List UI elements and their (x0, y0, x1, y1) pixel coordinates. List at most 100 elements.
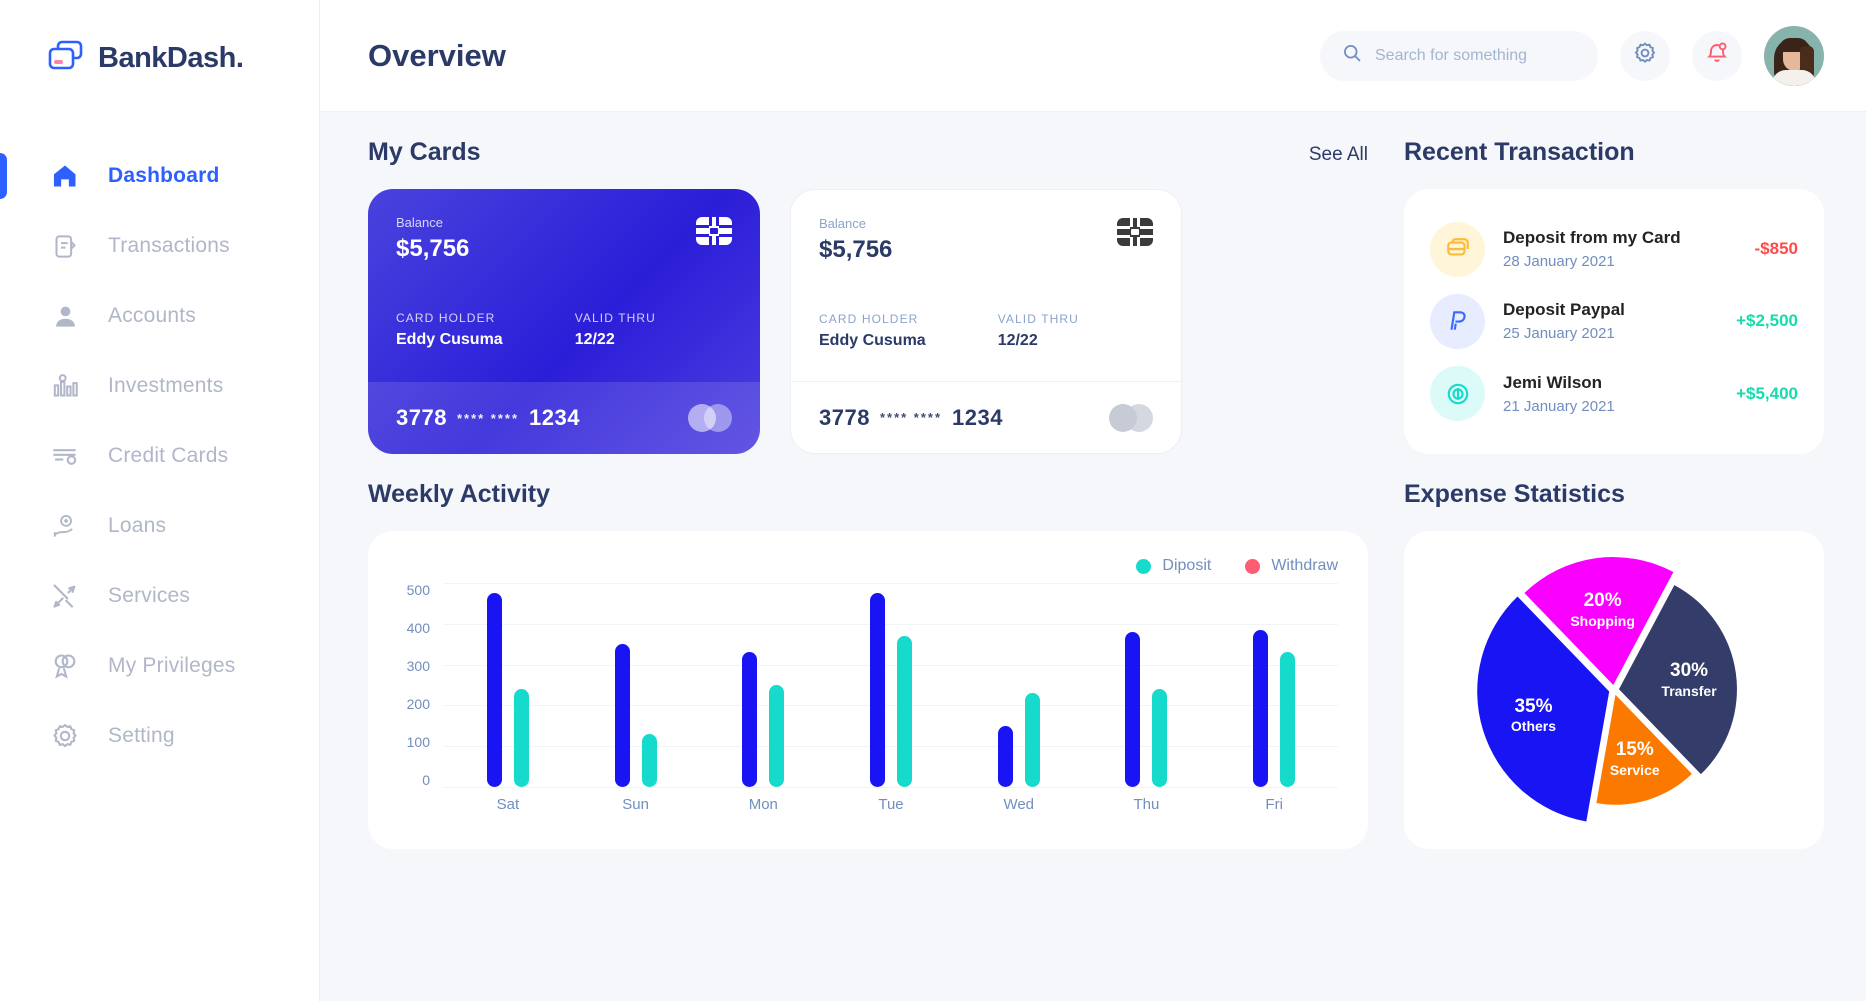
bank-card-secondary[interactable]: Balance $5,756 CARD HOLDER Eddy Cusuma V… (790, 189, 1182, 454)
sidebar-label-my-privileges: My Privileges (108, 654, 236, 677)
x-axis-label: Tue (878, 796, 904, 813)
avatar[interactable] (1764, 25, 1824, 86)
see-all-cards-link[interactable]: See All (1309, 144, 1368, 166)
bar-group: Sat (444, 583, 572, 813)
recent-transaction-header: Recent Transaction (1404, 138, 1824, 167)
main-area: Overview Search for something My Cards S… (320, 0, 1866, 1001)
sidebar-item-services[interactable]: Services (0, 561, 319, 631)
sidebar-item-loans[interactable]: Loans (0, 491, 319, 561)
card-top: Balance $5,756 CARD HOLDER Eddy Cusuma V… (368, 189, 760, 382)
dollar-circle-icon (1430, 366, 1485, 422)
sidebar-item-accounts[interactable]: Accounts (0, 281, 319, 351)
brand-logo[interactable]: BankDash. (0, 0, 319, 77)
sidebar-label-investments: Investments (108, 374, 224, 397)
bar-group: Fri (1210, 583, 1338, 813)
top-bar: Overview (320, 0, 1866, 112)
bar-withdraw (486, 593, 502, 787)
bank-card-primary[interactable]: Balance $5,756 CARD HOLDER Eddy Cusuma V… (368, 189, 760, 454)
card-valid-label: VALID THRU (997, 312, 1079, 326)
bar-withdraw (614, 644, 630, 787)
transaction-amount: -$850 (1754, 239, 1798, 259)
settings-button[interactable] (1620, 30, 1670, 81)
avatar-body (1772, 69, 1816, 86)
search-input[interactable] (1375, 46, 1576, 65)
card-balance-value: $5,756 (396, 235, 470, 262)
weekly-activity-chart: Diposit Withdraw 500 400 300 200 100 0 S… (368, 531, 1368, 849)
expense-statistics-section: Expense Statistics 30% Transfer 15% Service… (1404, 480, 1824, 849)
legend-label-withdraw: Withdraw (1271, 557, 1338, 574)
bar-deposit (641, 733, 657, 787)
sidebar-item-investments[interactable]: Investments (0, 351, 319, 421)
sidebar-label-transactions: Transactions (108, 234, 230, 257)
y-tick: 100 (406, 734, 430, 750)
bars-area: Sat Sun Mon Tue Wed Thu Fri (444, 583, 1338, 815)
search-box[interactable] (1320, 30, 1598, 81)
notifications-button[interactable] (1692, 30, 1742, 81)
card-number-suffix: 1234 (529, 405, 580, 430)
x-axis-label: Thu (1133, 796, 1160, 813)
list-item[interactable]: Jemi Wilson 21 January 2021 +$5,400 (1430, 366, 1798, 422)
sidebar-item-transactions[interactable]: Transactions (0, 211, 319, 281)
y-tick: 200 (406, 696, 430, 712)
sidebar-item-setting[interactable]: Setting (0, 701, 319, 771)
sidebar-label-accounts: Accounts (108, 304, 196, 327)
expense-statistics-header: Expense Statistics (1404, 480, 1824, 509)
sidebar: BankDash. Dashboard Transactions Account… (0, 0, 320, 1001)
chart-plot: 500 400 300 200 100 0 Sat Sun Mon Tue Wed Thu… (398, 583, 1338, 815)
x-axis-label: Mon (748, 796, 778, 813)
bar-group: Thu (1083, 583, 1211, 813)
sidebar-item-dashboard[interactable]: Dashboard (0, 141, 319, 211)
y-axis: 500 400 300 200 100 0 (398, 583, 444, 815)
card-holder-value: Eddy Cusuma (819, 332, 926, 349)
y-tick: 0 (422, 772, 430, 788)
transaction-info: Jemi Wilson 21 January 2021 (1503, 373, 1718, 415)
bar-deposit (513, 689, 529, 787)
cards-and-transactions-row: My Cards See All Balance $5,756 CARD HOL… (368, 138, 1824, 454)
emv-chip-icon (696, 217, 732, 245)
page-title: Overview (368, 37, 506, 73)
legend-item-withdraw: Withdraw (1245, 557, 1338, 575)
card-balance-value: $5,756 (819, 236, 893, 263)
sidebar-item-credit-cards[interactable]: Credit Cards (0, 421, 319, 491)
bell-icon (1705, 41, 1729, 70)
transaction-date: 25 January 2021 (1503, 325, 1615, 343)
recent-transaction-list: Deposit from my Card 28 January 2021 -$8… (1404, 189, 1824, 454)
card-deposit-icon (1430, 221, 1485, 277)
cards-list: Balance $5,756 CARD HOLDER Eddy Cusuma V… (368, 189, 1368, 454)
card-number-prefix: 3778 (396, 405, 447, 430)
bar-withdraw (997, 725, 1013, 787)
sidebar-nav: Dashboard Transactions Accounts Investme… (0, 141, 319, 771)
card-balance-label: Balance (819, 216, 866, 231)
pie-slice-shopping[interactable] (1469, 545, 1759, 835)
list-item[interactable]: Deposit from my Card 28 January 2021 -$8… (1430, 221, 1798, 277)
card-number: 3778 **** **** 1234 (819, 405, 1003, 431)
legend-item-deposit: Diposit (1136, 557, 1211, 575)
app-root: BankDash. Dashboard Transactions Account… (0, 0, 1866, 1001)
legend-dot-deposit (1136, 558, 1152, 574)
mastercard-icon (688, 404, 732, 432)
transaction-title: Deposit from my Card (1503, 228, 1681, 248)
card-meta: CARD HOLDER Eddy Cusuma VALID THRU 12/22 (396, 311, 732, 349)
bar-deposit (769, 685, 785, 787)
chart-legend: Diposit Withdraw (398, 557, 1338, 575)
award-icon (48, 649, 82, 683)
transaction-title: Deposit Paypal (1503, 300, 1625, 320)
my-cards-header: My Cards See All (368, 138, 1368, 167)
card-valid-value: 12/22 (997, 332, 1038, 349)
sidebar-item-my-privileges[interactable]: My Privileges (0, 631, 319, 701)
my-cards-section: My Cards See All Balance $5,756 CARD HOL… (368, 138, 1368, 454)
card-stack-icon (48, 40, 84, 77)
bar-withdraw (1253, 629, 1269, 787)
transaction-amount: +$5,400 (1736, 383, 1798, 403)
sidebar-label-credit-cards: Credit Cards (108, 444, 229, 467)
sidebar-label-loans: Loans (108, 514, 167, 537)
card-valid-value: 12/22 (574, 331, 615, 348)
transaction-title: Jemi Wilson (1503, 372, 1603, 392)
home-icon (48, 159, 82, 193)
bar-group: Sun (572, 583, 700, 813)
transaction-date: 21 January 2021 (1503, 397, 1615, 415)
gear-icon (48, 719, 82, 753)
transaction-amount: +$2,500 (1736, 311, 1798, 331)
list-item[interactable]: Deposit Paypal 25 January 2021 +$2,500 (1430, 293, 1798, 349)
bar-chart-icon (48, 369, 82, 403)
